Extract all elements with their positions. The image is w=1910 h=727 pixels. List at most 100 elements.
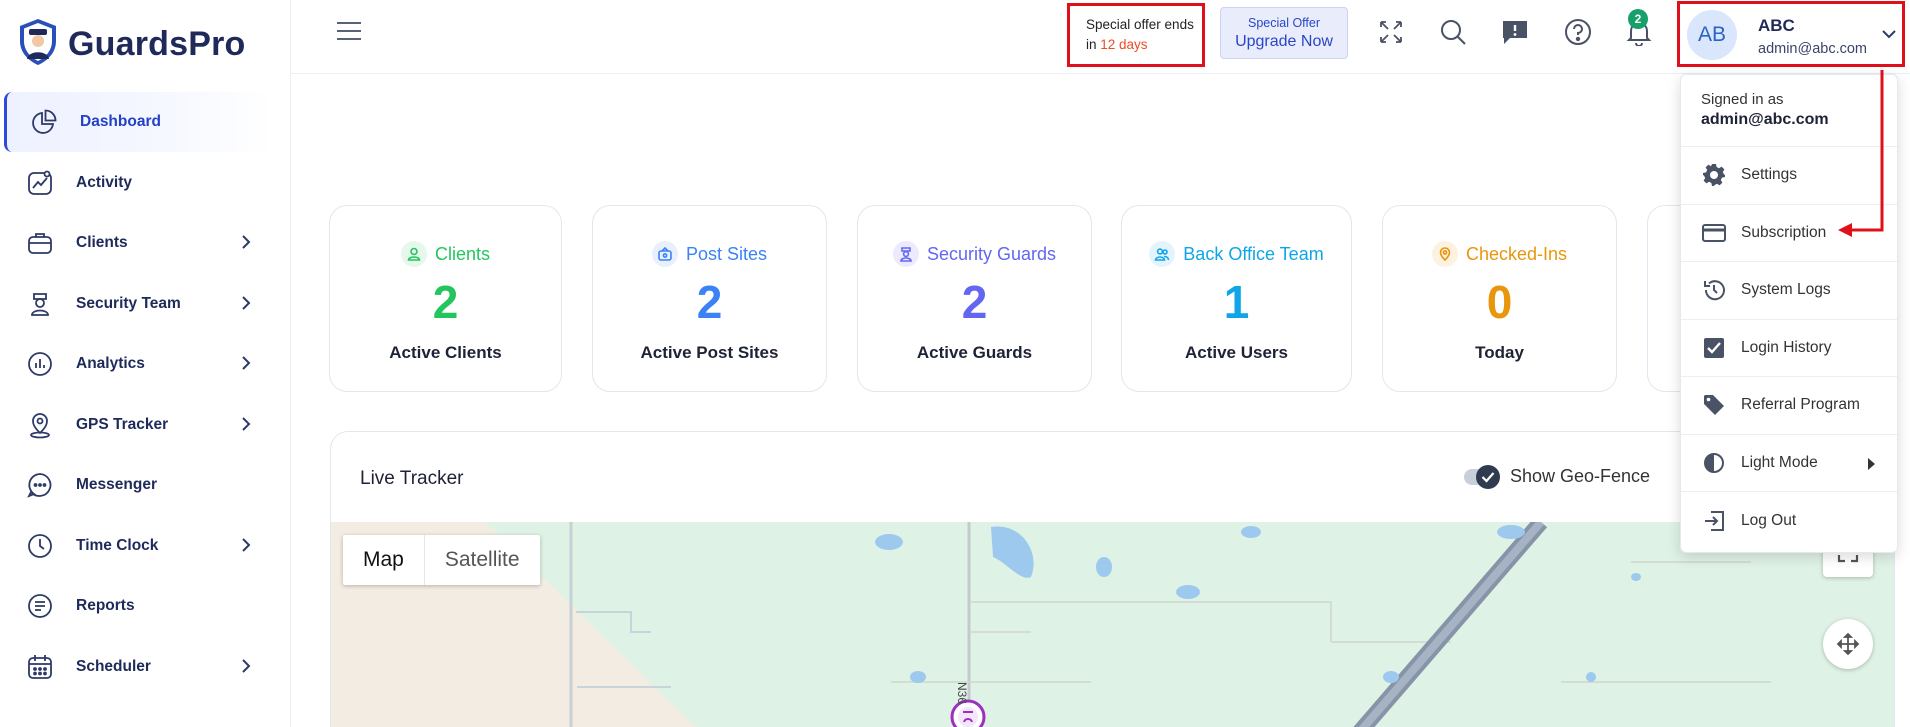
sidebar-item-label: Messenger — [76, 476, 157, 493]
stat-subtitle: Active Post Sites — [640, 343, 779, 362]
user-name: ABC — [1758, 16, 1795, 35]
contrast-icon — [1701, 450, 1727, 476]
calendar-icon — [26, 653, 54, 681]
sidebar-item-label: Activity — [76, 173, 132, 191]
menu-item-referral-program[interactable]: Referral Program — [1681, 377, 1897, 435]
feedback-icon[interactable] — [1499, 16, 1531, 48]
stat-card-back-office-team[interactable]: Back Office Team 1 Active Users — [1121, 205, 1352, 392]
check-icon — [1476, 464, 1500, 489]
gear-icon — [1701, 162, 1727, 188]
stat-title: Post Sites — [685, 243, 768, 264]
sidebar-item-label: Reports — [76, 597, 135, 614]
credit-card-icon — [1701, 220, 1727, 246]
stat-card-header: Security Guards — [858, 241, 1091, 267]
bar-chart-icon — [26, 350, 54, 378]
sidebar-item-security-team[interactable]: Security Team — [0, 274, 291, 334]
chevron-right-icon — [241, 416, 251, 437]
avatar: AB — [1687, 10, 1737, 60]
menu-item-system-logs[interactable]: System Logs — [1681, 262, 1897, 320]
stat-card-header: Post Sites — [593, 241, 826, 267]
stat-card-clients[interactable]: Clients 2 Active Clients — [329, 205, 562, 392]
help-icon[interactable] — [1562, 16, 1594, 48]
sidebar-item-dashboard[interactable]: Dashboard — [4, 92, 274, 152]
user-icon — [400, 241, 427, 267]
sidebar-item-time-clock[interactable]: Time Clock — [0, 516, 291, 576]
fullscreen-icon[interactable] — [1375, 16, 1407, 48]
sidebar-item-label: GPS Tracker — [76, 415, 169, 433]
stat-card-header: Checked-Ins — [1383, 241, 1616, 267]
upgrade-label: Upgrade Now — [1235, 33, 1333, 50]
menu-item-subscription[interactable]: Subscription — [1681, 205, 1897, 262]
notification-count-badge: 2 — [1628, 9, 1648, 29]
menu-item-log-out[interactable]: Log Out — [1681, 492, 1897, 550]
stat-subtitle: Active Users — [1184, 343, 1288, 362]
map-view[interactable]: N36 Map Satellite — [331, 522, 1894, 727]
guard-marker — [950, 699, 986, 727]
location-pin-icon — [26, 411, 54, 439]
menu-item-label: Login History — [1741, 338, 1832, 356]
sidebar-item-messenger[interactable]: Messenger — [0, 455, 291, 515]
stat-value: 0 — [1486, 276, 1513, 328]
user-dropdown-menu: Signed in as admin@abc.com Settings Subs… — [1680, 74, 1898, 553]
sidebar: GuardsPro Dashboard Activity Clients Sec… — [0, 0, 291, 727]
stat-subtitle: Active Clients — [389, 343, 502, 362]
menu-item-settings[interactable]: Settings — [1681, 147, 1897, 205]
sidebar-item-activity[interactable]: Activity — [0, 153, 291, 213]
sidebar-item-label: Dashboard — [80, 113, 161, 130]
hamburger-menu-icon[interactable] — [336, 20, 362, 47]
sidebar-nav: Dashboard Activity Clients Security Team — [0, 92, 291, 697]
stat-title: Checked-Ins — [1465, 243, 1568, 264]
road-label: N36 — [955, 682, 969, 705]
pie-chart-icon — [30, 108, 58, 136]
live-tracker-panel: Live Tracker Show Geo-Fence N36 Map Sate… — [330, 431, 1895, 727]
shield-guard-logo-icon — [16, 17, 60, 72]
map-type-map-button[interactable]: Map — [343, 535, 425, 585]
geofence-toggle[interactable]: Show Geo-Fence — [1464, 464, 1650, 489]
menu-item-label: Referral Program — [1741, 396, 1860, 414]
sidebar-item-analytics[interactable]: Analytics — [0, 334, 291, 394]
menu-item-light-mode[interactable]: Light Mode — [1681, 435, 1897, 492]
stat-title: Security Guards — [926, 243, 1057, 264]
map-canvas — [486, 522, 1894, 727]
sidebar-item-scheduler[interactable]: Scheduler — [0, 637, 291, 697]
sidebar-item-reports[interactable]: Reports — [0, 576, 291, 636]
toggle-switch[interactable] — [1464, 464, 1500, 489]
stat-card-checked-ins[interactable]: Checked-Ins 0 Today — [1382, 205, 1617, 392]
search-icon[interactable] — [1437, 16, 1469, 48]
offer-prefix: in — [1086, 37, 1101, 52]
upgrade-now-button[interactable]: Special Offer Upgrade Now — [1220, 7, 1348, 59]
sidebar-item-clients[interactable]: Clients — [0, 213, 291, 273]
chevron-right-icon — [241, 234, 251, 255]
tag-icon — [1701, 392, 1727, 418]
map-recenter-icon[interactable] — [1823, 619, 1873, 669]
team-icon — [1149, 241, 1176, 267]
map-type-toggle: Map Satellite — [343, 535, 540, 585]
location-pin-icon — [1431, 241, 1458, 267]
guard-icon — [26, 290, 54, 318]
chevron-right-icon — [241, 537, 251, 558]
menu-item-label: Log Out — [1741, 511, 1797, 529]
user-menu-toggle[interactable]: AB ABC admin@abc.com — [1677, 1, 1905, 67]
sidebar-item-gps-tracker[interactable]: GPS Tracker — [0, 395, 291, 455]
stat-value: 2 — [961, 276, 988, 328]
menu-item-label: Subscription — [1741, 223, 1827, 241]
sidebar-item-label: Security Team — [76, 294, 181, 312]
sidebar-item-label: Scheduler — [76, 657, 151, 675]
stat-value: 2 — [432, 276, 459, 328]
stat-card-post-sites[interactable]: Post Sites 2 Active Post Sites — [592, 205, 827, 392]
menu-item-label: Settings — [1741, 166, 1798, 184]
stat-card-security-guards[interactable]: Security Guards 2 Active Guards — [857, 205, 1092, 392]
guard-icon — [892, 241, 919, 267]
map-type-satellite-button[interactable]: Satellite — [425, 535, 540, 585]
user-email: admin@abc.com — [1758, 41, 1868, 57]
brand-logo[interactable]: GuardsPro — [16, 18, 246, 70]
live-tracker-title: Live Tracker — [360, 468, 464, 489]
stat-subtitle: Active Guards — [916, 343, 1033, 362]
logout-icon — [1701, 508, 1727, 534]
upgrade-small-label: Special Offer — [1247, 16, 1321, 30]
activity-chart-icon — [26, 169, 54, 197]
sidebar-item-label: Time Clock — [76, 536, 159, 554]
stat-title: Back Office Team — [1183, 243, 1324, 264]
submenu-arrow-icon — [1868, 457, 1875, 470]
menu-item-login-history[interactable]: Login History — [1681, 320, 1897, 377]
